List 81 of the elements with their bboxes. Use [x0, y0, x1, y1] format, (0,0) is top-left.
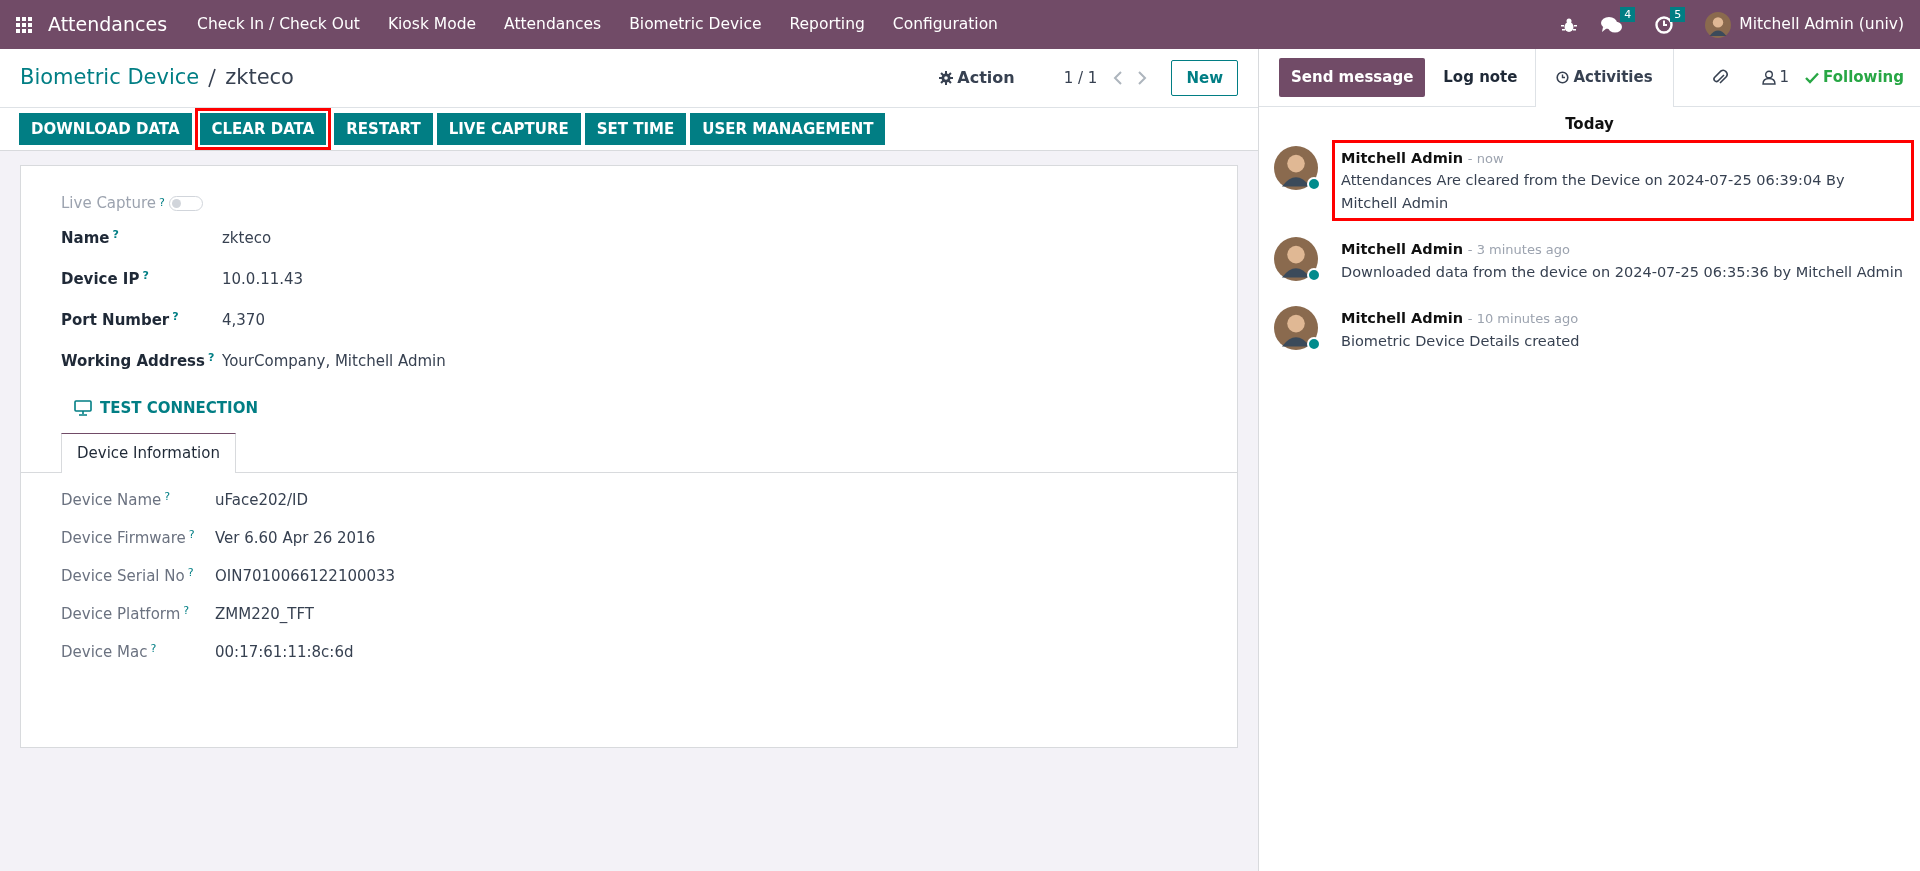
user-avatar — [1705, 11, 1732, 38]
help-tooltip[interactable]: ? — [188, 526, 195, 549]
field-label: Live Capture — [61, 193, 157, 214]
field-label: Device Serial No — [61, 565, 185, 587]
field-value: 4,370 — [222, 309, 265, 331]
field-label: Working Address — [61, 350, 205, 372]
help-tooltip[interactable]: ? — [172, 308, 179, 331]
activity-count-badge: 5 — [1670, 7, 1686, 23]
message-author: Mitchell Admin — [1341, 149, 1464, 166]
help-tooltip[interactable]: ? — [112, 226, 119, 249]
message-count-badge: 4 — [1620, 7, 1636, 23]
check-icon — [1805, 71, 1820, 84]
menu-item[interactable]: Attendances — [490, 12, 616, 37]
following-button[interactable]: Following — [1805, 66, 1904, 89]
field-value: zkteco — [222, 227, 272, 249]
pager-value: 1 / 1 — [1063, 67, 1098, 89]
clock-icon[interactable] — [1655, 15, 1674, 34]
test-connection-button[interactable]: TEST CONNECTION — [74, 396, 258, 419]
header-button[interactable]: LIVE CAPTURE — [436, 113, 581, 145]
field-value: OIN7010066122100033 — [215, 565, 396, 587]
field-value: Ver 6.60 Apr 26 2016 — [215, 527, 376, 549]
author-avatar — [1274, 237, 1318, 282]
action-button[interactable]: Action — [938, 65, 1016, 91]
help-tooltip[interactable]: ? — [164, 488, 171, 511]
bug-icon[interactable] — [1561, 16, 1578, 33]
field-value: uFace202/ID — [215, 489, 309, 511]
field-label: Port Number — [61, 309, 170, 331]
apps-menu-icon[interactable] — [16, 16, 32, 33]
new-button[interactable]: New — [1171, 59, 1238, 97]
header-button[interactable]: SET TIME — [584, 113, 687, 145]
message-body: Biometric Device Details created — [1341, 332, 1581, 352]
message-body: Downloaded data from the device on 2024-07-25 06:35:36 by Mitchell Admin — [1341, 262, 1904, 282]
field-value: ZMM220_TFT — [215, 603, 314, 625]
clock-icon — [1556, 71, 1570, 84]
help-tooltip[interactable]: ? — [208, 349, 215, 372]
activities-button[interactable]: Activities — [1535, 48, 1674, 107]
message-time: - now — [1467, 150, 1504, 166]
breadcrumb-link[interactable]: Biometric Device — [20, 62, 200, 94]
header-button[interactable]: CLEAR DATA — [199, 113, 327, 145]
person-icon — [1761, 70, 1776, 85]
message-author: Mitchell Admin — [1341, 310, 1464, 327]
help-tooltip[interactable]: ? — [183, 602, 190, 625]
message-author: Mitchell Admin — [1341, 241, 1464, 258]
user-name[interactable]: Mitchell Admin (univ) — [1739, 12, 1904, 37]
field-label: Device Name — [61, 489, 162, 511]
menu-item[interactable]: Kiosk Mode — [373, 12, 491, 37]
author-avatar — [1274, 145, 1318, 190]
menu-item[interactable]: Check In / Check Out — [183, 12, 374, 37]
gear-icon — [939, 71, 954, 85]
send-message-button[interactable]: Send message — [1279, 58, 1426, 97]
menu-item[interactable]: Reporting — [775, 12, 879, 37]
record-title: zkteco — [225, 64, 294, 92]
field-label: Device IP — [61, 268, 140, 290]
header-button[interactable]: DOWNLOAD DATA — [19, 113, 192, 145]
field-label: Device Platform — [61, 603, 181, 625]
field-label: Name — [61, 227, 110, 249]
field-value: YourCompany, Mitchell Admin — [222, 350, 446, 372]
message-body: Attendances Are cleared from the Device on 2024-07-25 06:39:04 By Mitchell Admin — [1341, 171, 1846, 213]
field-value: 10.0.11.43 — [222, 268, 304, 290]
menu-item[interactable]: Biometric Device — [615, 12, 776, 37]
date-separator: Today — [1564, 114, 1615, 135]
field-label: Device Mac — [61, 641, 148, 663]
help-tooltip[interactable]: ? — [150, 640, 157, 663]
message-time: - 3 minutes ago — [1467, 242, 1570, 258]
breadcrumb-separator-icon — [207, 67, 218, 89]
header-button[interactable]: RESTART — [334, 113, 433, 145]
header-button[interactable]: USER MANAGEMENT — [690, 113, 886, 145]
help-tooltip[interactable]: ? — [159, 195, 165, 212]
field-value: 00:17:61:11:8c:6d — [215, 641, 354, 663]
chat-icon[interactable] — [1601, 15, 1624, 34]
author-avatar — [1274, 306, 1318, 351]
help-tooltip[interactable]: ? — [187, 564, 194, 587]
menu-item[interactable]: Configuration — [878, 12, 1012, 37]
app-name[interactable]: Attendances — [48, 10, 168, 39]
message-time: - 10 minutes ago — [1467, 311, 1579, 327]
help-tooltip[interactable]: ? — [142, 267, 149, 290]
monitor-icon — [74, 399, 92, 416]
field-label: Device Firmware — [61, 527, 186, 549]
toggle-switch[interactable] — [168, 195, 203, 211]
form-tab[interactable]: Device Information — [61, 433, 236, 473]
followers-button[interactable]: 1 — [1761, 66, 1790, 89]
